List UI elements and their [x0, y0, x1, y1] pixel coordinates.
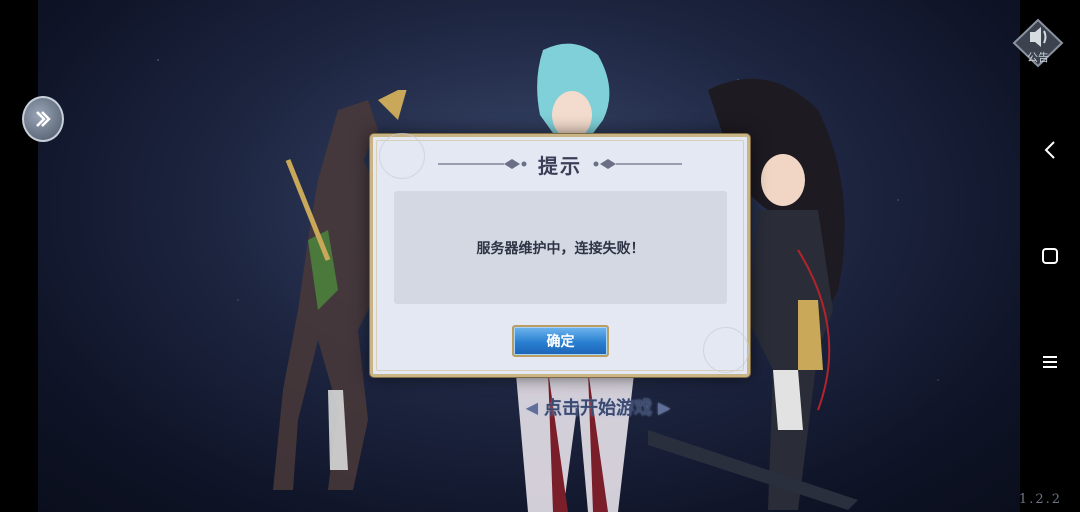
hint-right-arrow-icon: ▶	[658, 397, 671, 417]
side-expand-button[interactable]	[22, 96, 64, 142]
start-game-label: 点击开始游戏	[544, 398, 652, 419]
double-chevron-right-icon	[36, 111, 51, 127]
message-box: 服务器维护中，连接失败！	[394, 191, 727, 304]
menu-icon	[1043, 356, 1057, 368]
back-icon	[1044, 141, 1055, 159]
confirm-button[interactable]: 确定	[512, 325, 609, 357]
dialog-decoration	[703, 327, 749, 373]
title-ornament-left-icon	[438, 159, 527, 169]
version-number: 1.2.2	[1018, 492, 1062, 507]
dialog-header: 提示	[373, 147, 747, 181]
system-back-button[interactable]	[1038, 138, 1062, 162]
start-game-hint[interactable]: ◀ 点击开始游戏 ▶	[508, 392, 688, 422]
system-menu-button[interactable]	[1038, 350, 1062, 374]
left-screen-bezel	[0, 0, 38, 512]
notice-label: 公告	[1027, 51, 1049, 64]
hint-left-arrow-icon: ◀	[525, 397, 538, 417]
alert-dialog: 提示 服务器维护中，连接失败！ 确定	[370, 133, 750, 377]
title-ornament-right-icon	[593, 159, 682, 169]
dialog-title: 提示	[538, 153, 582, 178]
system-home-button[interactable]	[1038, 244, 1062, 268]
dialog-message: 服务器维护中，连接失败！	[476, 240, 645, 257]
home-icon	[1042, 248, 1058, 264]
